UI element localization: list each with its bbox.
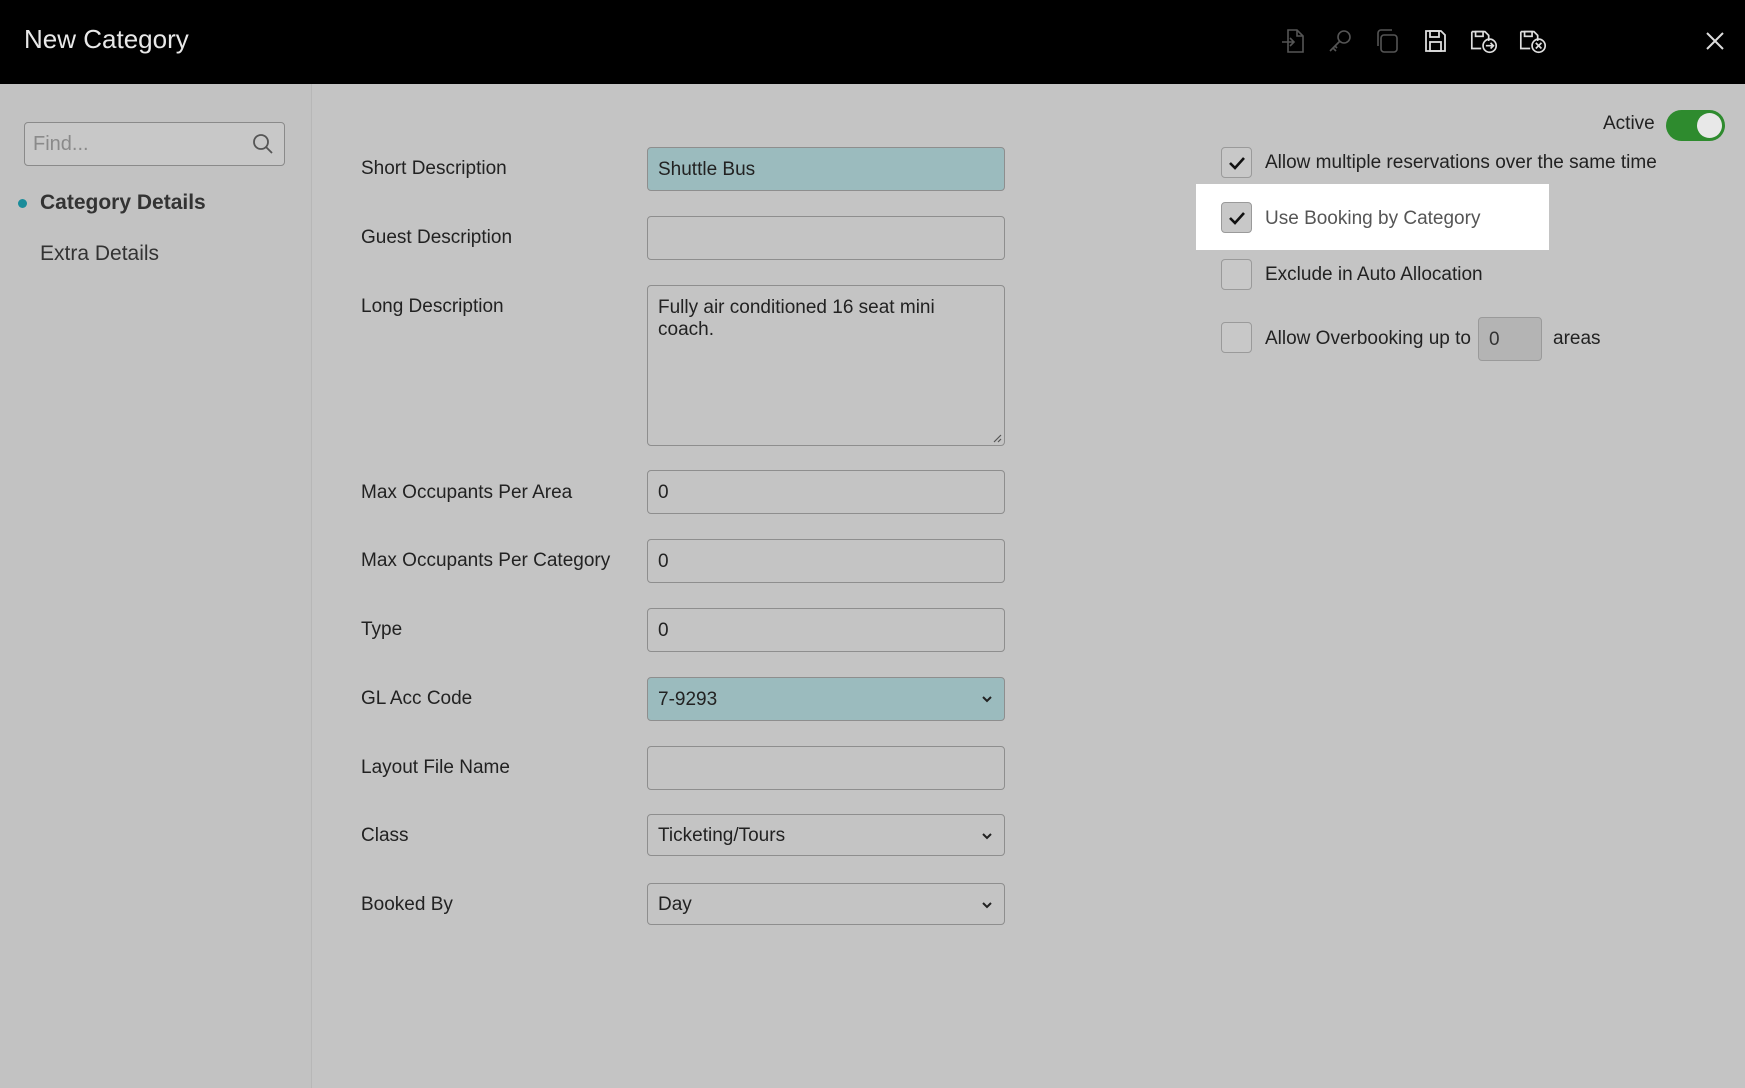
checkmark-icon	[1228, 211, 1245, 225]
max-occupants-category-label: Max Occupants Per Category	[361, 550, 611, 571]
sidebar: Category Details Extra Details	[0, 84, 312, 1088]
chevron-down-icon	[982, 696, 992, 703]
max-occupants-area-label: Max Occupants Per Area	[361, 482, 573, 503]
active-toggle[interactable]	[1666, 110, 1725, 141]
gl-acc-code-select[interactable]: 7-9293	[647, 677, 1005, 721]
booked-by-select[interactable]: Day	[647, 883, 1005, 925]
save-and-new-icon[interactable]	[1469, 26, 1499, 56]
long-description-label: Long Description	[361, 296, 504, 317]
type-label: Type	[361, 619, 403, 640]
chevron-down-icon	[982, 833, 992, 840]
close-icon[interactable]	[1700, 26, 1730, 56]
allow-multiple-label: Allow multiple reservations over the sam…	[1265, 152, 1657, 173]
sidebar-item-category-details[interactable]: Category Details	[40, 191, 206, 215]
long-description-field[interactable]: Fully air conditioned 16 seat mini coach…	[647, 285, 1005, 446]
copy-icon[interactable]	[1372, 26, 1402, 56]
key-icon[interactable]	[1325, 26, 1355, 56]
class-value: Ticketing/Tours	[658, 825, 786, 846]
save-and-close-icon[interactable]	[1518, 26, 1548, 56]
main-content: Short Description Shuttle Bus Guest Desc…	[313, 84, 1745, 1088]
title-bar: New Category	[0, 0, 1745, 84]
resize-handle-icon[interactable]	[992, 433, 1002, 443]
class-label: Class	[361, 825, 409, 846]
allow-multiple-checkbox[interactable]	[1221, 147, 1252, 178]
overbooking-suffix-label: areas	[1553, 328, 1601, 349]
allow-overbooking-label: Allow Overbooking up to	[1265, 328, 1471, 349]
search-box[interactable]	[24, 122, 285, 166]
allow-overbooking-checkbox[interactable]	[1221, 322, 1252, 353]
gl-acc-code-value: 7-9293	[658, 689, 718, 710]
checkmark-icon	[1228, 156, 1245, 170]
active-label: Active	[1603, 113, 1655, 134]
guest-description-field[interactable]	[647, 216, 1005, 260]
class-select[interactable]: Ticketing/Tours	[647, 814, 1005, 856]
gl-acc-code-label: GL Acc Code	[361, 688, 473, 709]
toggle-knob	[1697, 113, 1722, 138]
use-booking-by-category-label: Use Booking by Category	[1265, 208, 1481, 229]
type-field[interactable]: 0	[647, 608, 1005, 652]
save-icon[interactable]	[1420, 26, 1450, 56]
max-occupants-area-field[interactable]: 0	[647, 470, 1005, 514]
exclude-auto-allocation-checkbox[interactable]	[1221, 259, 1252, 290]
exclude-auto-allocation-label: Exclude in Auto Allocation	[1265, 264, 1483, 285]
search-input[interactable]	[25, 123, 245, 165]
import-icon[interactable]	[1278, 26, 1308, 56]
layout-file-name-label: Layout File Name	[361, 757, 510, 778]
guest-description-label: Guest Description	[361, 227, 513, 248]
short-description-label: Short Description	[361, 158, 507, 179]
overbooking-count-field[interactable]: 0	[1478, 317, 1542, 361]
booked-by-value: Day	[658, 894, 692, 915]
long-description-text: Fully air conditioned 16 seat mini coach…	[658, 297, 935, 340]
sidebar-item-extra-details[interactable]: Extra Details	[40, 242, 159, 266]
active-indicator-dot	[18, 199, 27, 208]
max-occupants-category-field[interactable]: 0	[647, 539, 1005, 583]
short-description-field[interactable]: Shuttle Bus	[647, 147, 1005, 191]
booked-by-label: Booked By	[361, 894, 453, 915]
use-booking-by-category-checkbox[interactable]	[1221, 202, 1252, 233]
window-title: New Category	[24, 24, 189, 54]
search-icon[interactable]	[252, 133, 274, 155]
layout-file-name-field[interactable]	[647, 746, 1005, 790]
chevron-down-icon	[982, 902, 992, 909]
